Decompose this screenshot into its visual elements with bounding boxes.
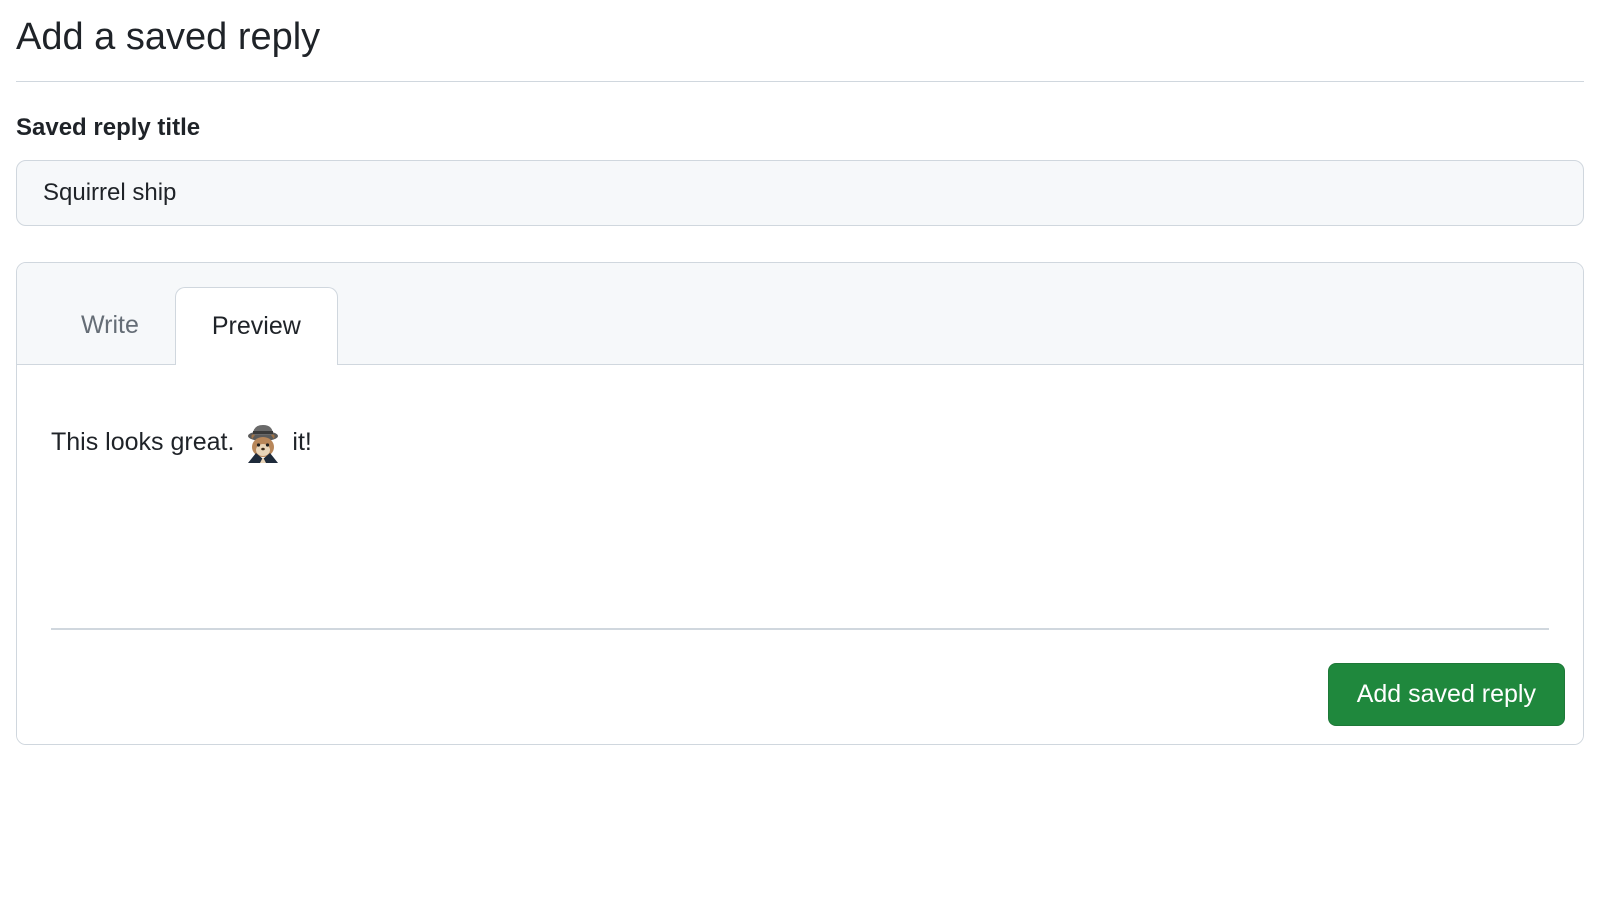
reply-editor: Write Preview This looks great. [16,262,1584,745]
preview-pane: This looks great. [17,365,1583,645]
page-title: Add a saved reply [16,16,1584,82]
preview-text-after: it! [292,428,311,457]
title-label: Saved reply title [16,114,1584,142]
saved-reply-title-input[interactable] [16,160,1584,226]
add-saved-reply-button[interactable]: Add saved reply [1328,663,1565,726]
preview-divider [51,628,1549,630]
shipit-squirrel-icon [242,421,284,463]
preview-text-before: This looks great. [51,428,234,457]
tab-preview[interactable]: Preview [175,287,338,365]
preview-content: This looks great. [51,421,1549,463]
tab-write[interactable]: Write [45,287,175,364]
editor-footer: Add saved reply [17,645,1583,744]
editor-tabs: Write Preview [17,263,1583,365]
